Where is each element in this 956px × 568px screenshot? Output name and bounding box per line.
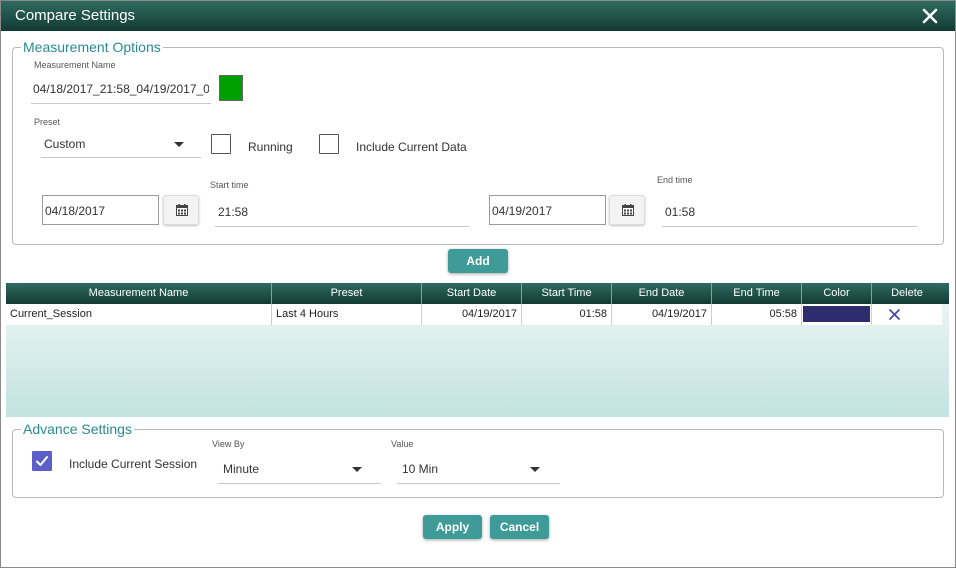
start-time-input[interactable]: 21:58 bbox=[218, 205, 248, 219]
view-by-underline bbox=[218, 483, 381, 484]
measurement-name-underline bbox=[31, 103, 211, 104]
end-time-label: End time bbox=[657, 175, 693, 185]
end-date-input[interactable]: 04/19/2017 bbox=[489, 195, 606, 225]
close-icon[interactable] bbox=[921, 7, 939, 25]
column-header-end-time[interactable]: End Time bbox=[712, 283, 802, 304]
compare-settings-dialog: Compare Settings Measurement Options Mea… bbox=[0, 0, 956, 568]
column-header-preset[interactable]: Preset bbox=[272, 283, 422, 304]
running-checkbox[interactable] bbox=[211, 134, 231, 154]
start-time-label: Start time bbox=[210, 180, 249, 190]
include-current-data-checkbox[interactable] bbox=[319, 134, 339, 154]
column-header-color[interactable]: Color bbox=[802, 283, 872, 304]
running-label: Running bbox=[248, 140, 293, 154]
include-current-session-label: Include Current Session bbox=[69, 457, 198, 471]
value-underline bbox=[397, 483, 560, 484]
table-header: Measurement Name Preset Start Date Start… bbox=[6, 283, 949, 304]
add-button[interactable]: Add bbox=[448, 249, 508, 273]
value-label: Value bbox=[391, 439, 414, 449]
dialog-title: Compare Settings bbox=[15, 7, 136, 24]
column-header-start-date[interactable]: Start Date bbox=[422, 283, 522, 304]
chevron-down-icon[interactable] bbox=[530, 467, 540, 472]
measurement-options-legend: Measurement Options bbox=[21, 39, 163, 55]
measurement-name-label: Measurement Name bbox=[34, 60, 116, 70]
cell-end-date: 04/19/2017 bbox=[612, 304, 712, 325]
apply-button[interactable]: Apply bbox=[423, 515, 482, 539]
table-row[interactable]: Current_Session Last 4 Hours 04/19/2017 … bbox=[6, 304, 942, 325]
measurement-options-group: Measurement Options Measurement Name 04/… bbox=[12, 39, 944, 245]
cell-end-time: 05:58 bbox=[712, 304, 802, 325]
cell-preset: Last 4 Hours bbox=[272, 304, 422, 325]
measurements-table: Measurement Name Preset Start Date Start… bbox=[6, 283, 949, 417]
end-time-input[interactable]: 01:58 bbox=[665, 205, 695, 219]
view-by-select[interactable]: Minute bbox=[223, 462, 259, 476]
cancel-button[interactable]: Cancel bbox=[490, 515, 549, 539]
include-current-data-label: Include Current Data bbox=[356, 140, 467, 154]
calendar-icon bbox=[176, 204, 188, 216]
view-by-label: View By bbox=[212, 439, 245, 449]
end-date-calendar-button[interactable] bbox=[609, 195, 645, 225]
chevron-down-icon[interactable] bbox=[174, 142, 184, 147]
start-date-input[interactable]: 04/18/2017 bbox=[42, 195, 159, 225]
start-time-underline bbox=[215, 226, 469, 227]
preset-select[interactable]: Custom bbox=[44, 137, 85, 151]
column-header-measurement-name[interactable]: Measurement Name bbox=[6, 283, 272, 304]
column-header-start-time[interactable]: Start Time bbox=[522, 283, 612, 304]
cell-color[interactable] bbox=[802, 304, 872, 325]
calendar-icon bbox=[622, 204, 634, 216]
preset-underline bbox=[41, 157, 201, 158]
checkmark-icon bbox=[36, 456, 48, 466]
include-current-session-checkbox[interactable] bbox=[32, 451, 52, 471]
column-header-end-date[interactable]: End Date bbox=[612, 283, 712, 304]
delete-x-icon[interactable] bbox=[889, 309, 900, 320]
dialog-titlebar: Compare Settings bbox=[1, 1, 955, 31]
end-time-underline bbox=[662, 226, 917, 227]
cell-measurement-name: Current_Session bbox=[6, 304, 272, 325]
preset-label: Preset bbox=[34, 117, 61, 127]
chevron-down-icon[interactable] bbox=[352, 467, 362, 472]
measurement-name-input[interactable]: 04/18/2017_21:58_04/19/2017_0 bbox=[33, 82, 209, 96]
column-header-delete[interactable]: Delete bbox=[872, 283, 942, 304]
advance-settings-legend: Advance Settings bbox=[21, 421, 134, 437]
cell-start-time: 01:58 bbox=[522, 304, 612, 325]
measurement-color-picker[interactable] bbox=[219, 75, 243, 101]
cell-start-date: 04/19/2017 bbox=[422, 304, 522, 325]
value-select[interactable]: 10 Min bbox=[402, 462, 438, 476]
cell-delete bbox=[872, 304, 942, 325]
start-date-calendar-button[interactable] bbox=[163, 195, 199, 225]
row-color-swatch[interactable] bbox=[803, 306, 870, 322]
advance-settings-group: Advance Settings Include Current Session… bbox=[12, 421, 944, 498]
